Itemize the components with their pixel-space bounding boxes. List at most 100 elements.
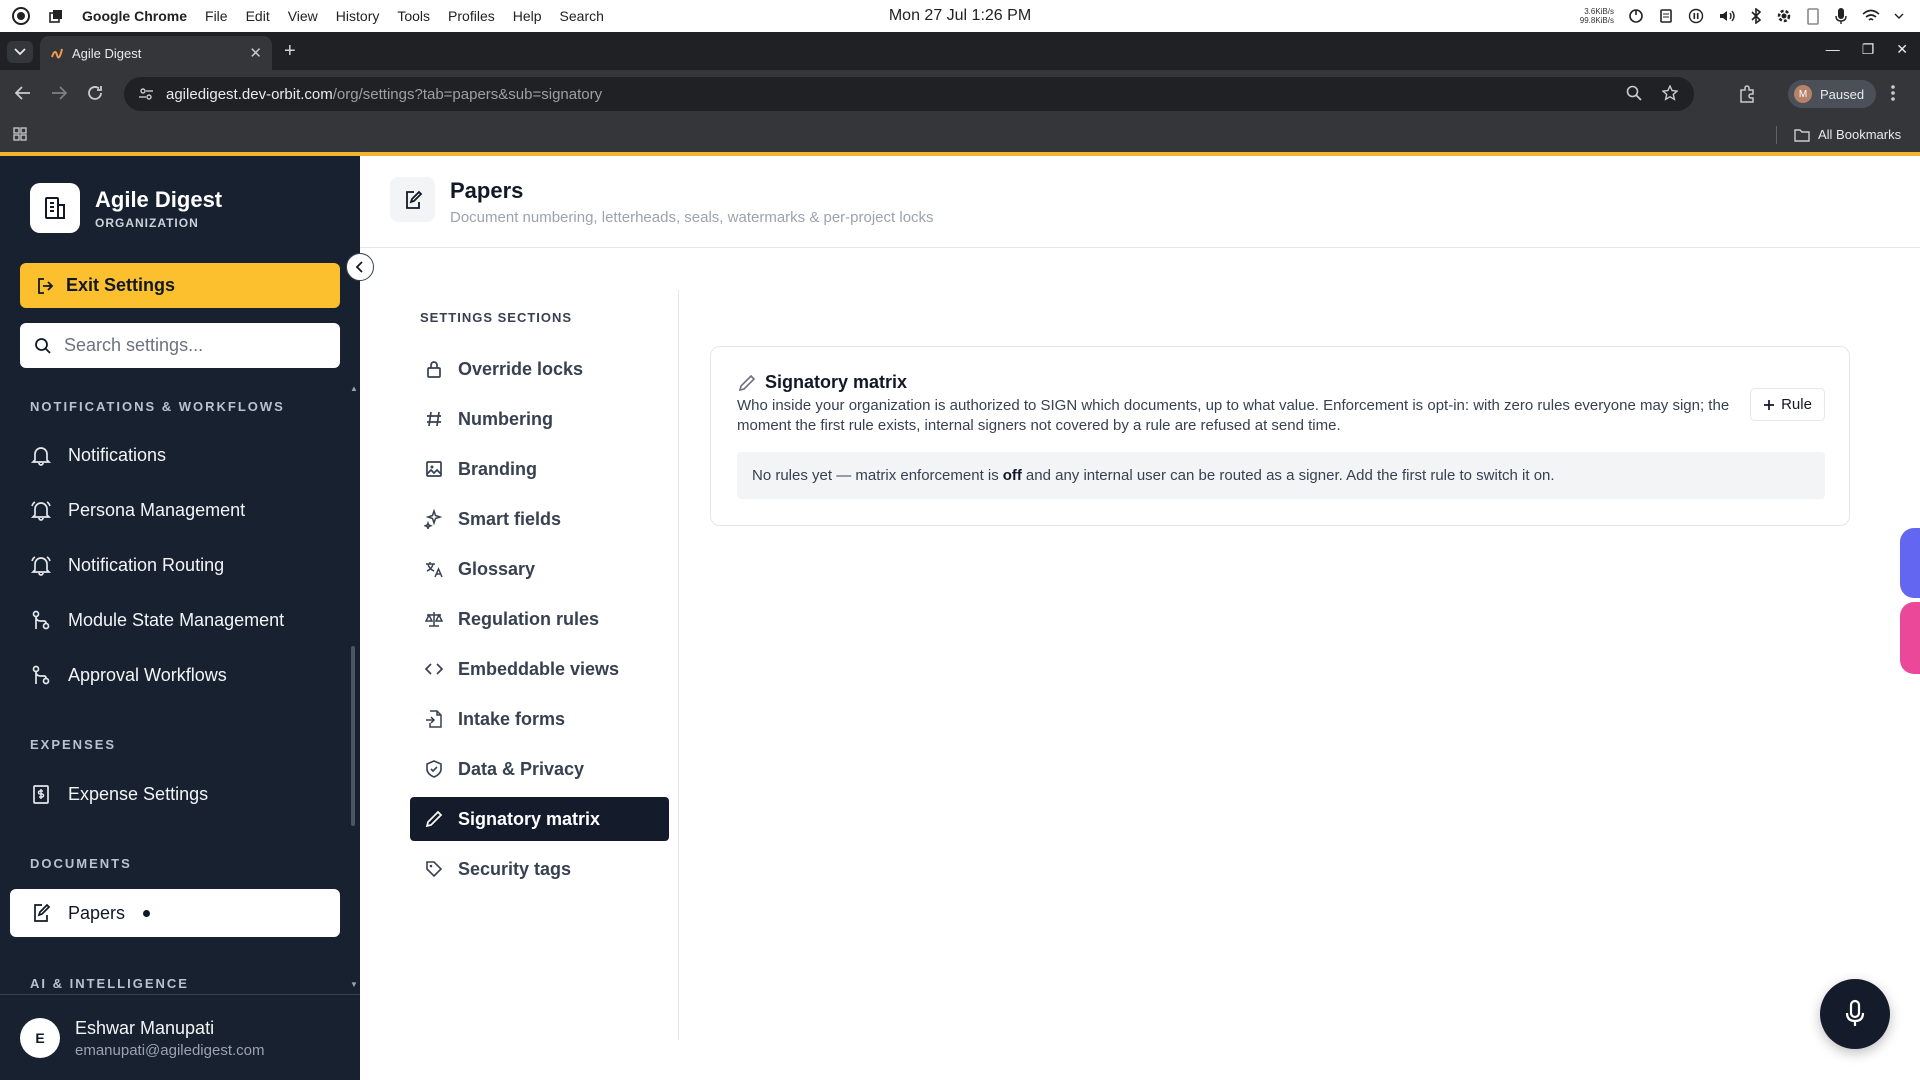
all-bookmarks-button[interactable]: All Bookmarks — [1794, 127, 1901, 142]
extensions-puzzle-icon[interactable] — [1738, 85, 1756, 103]
section-smart-fields[interactable]: Smart fields — [410, 497, 669, 541]
wifi-icon[interactable] — [1862, 9, 1880, 23]
clipboard-icon[interactable] — [1658, 8, 1674, 24]
os-menu-tools[interactable]: Tools — [397, 8, 430, 24]
pen-icon — [737, 373, 757, 393]
section-label: Smart fields — [458, 508, 562, 529]
sparkle-icon — [424, 509, 444, 529]
notice-text-after: and any internal user can be routed as a… — [1025, 467, 1555, 484]
section-security-tags[interactable]: Security tags — [410, 847, 669, 891]
microphone-icon[interactable] — [1834, 7, 1848, 25]
settings-search[interactable] — [20, 323, 340, 368]
battery-icon[interactable] — [1806, 7, 1820, 25]
volume-icon[interactable] — [1718, 8, 1736, 24]
lock-icon — [424, 359, 444, 379]
bookmark-star-icon[interactable] — [1662, 85, 1678, 101]
section-branding[interactable]: Branding — [410, 447, 669, 491]
section-label: Intake forms — [458, 708, 566, 729]
section-numbering[interactable]: Numbering — [410, 397, 669, 441]
minimize-icon[interactable]: — — [1826, 41, 1840, 58]
user-avatar[interactable]: E — [20, 1018, 60, 1058]
section-override-locks[interactable]: Override locks — [410, 347, 669, 391]
section-intake-forms[interactable]: Intake forms — [410, 697, 669, 741]
scroll-down-arrow-icon[interactable]: ▼ — [350, 980, 358, 989]
edit-document-icon — [30, 902, 52, 924]
os-menu-history[interactable]: History — [336, 8, 380, 24]
scroll-up-arrow-icon[interactable]: ▲ — [350, 384, 358, 393]
tray-chevron-icon[interactable] — [1894, 11, 1904, 21]
os-menu-profiles[interactable]: Profiles — [448, 8, 495, 24]
section-label: Security tags — [458, 858, 572, 879]
unsaved-dot-indicator — [143, 909, 151, 917]
exit-icon — [36, 276, 56, 296]
user-name: Eshwar Manupati — [75, 1018, 215, 1038]
bluetooth-icon[interactable] — [1750, 8, 1762, 24]
section-expenses: EXPENSES — [30, 737, 117, 752]
exit-settings-label: Exit Settings — [66, 275, 176, 295]
collapse-sidebar-button[interactable] — [346, 253, 374, 281]
exit-settings-button[interactable]: Exit Settings — [20, 263, 340, 308]
apps-grid-icon[interactable] — [13, 127, 27, 141]
window-close-icon[interactable]: ✕ — [1896, 41, 1908, 58]
sidebar-item-label: Module State Management — [68, 609, 285, 630]
network-speed: 3.6KiB/s 99.8KiB/s — [1580, 7, 1614, 25]
header-divider — [360, 247, 1920, 248]
omnibox-actions — [1626, 85, 1678, 101]
sidebar-item-expense-settings[interactable]: Expense Settings — [10, 770, 340, 818]
add-rule-button[interactable]: Rule — [1750, 388, 1825, 421]
tag-icon — [424, 859, 444, 879]
profile-button[interactable]: M Paused — [1788, 80, 1877, 108]
floating-side-tab-pink[interactable] — [1900, 602, 1920, 674]
tab-search-button[interactable] — [7, 41, 33, 63]
bell-icon — [30, 444, 52, 466]
section-regulation-rules[interactable]: Regulation rules — [410, 597, 669, 641]
scale-icon — [424, 609, 444, 629]
site-info-icon[interactable] — [138, 86, 154, 102]
browser-tab-active[interactable]: Agile Digest ✕ — [40, 36, 272, 70]
section-label: Data & Privacy — [458, 758, 585, 779]
settings-gear-icon[interactable] — [1776, 8, 1792, 24]
search-icon — [34, 337, 52, 355]
sidebar-item-module-state-management[interactable]: Module State Management — [10, 596, 340, 644]
chrome-menu-icon[interactable] — [1890, 84, 1896, 102]
bookmarks-bar: All Bookmarks — [0, 118, 1920, 152]
sidebar-item-notifications[interactable]: Notifications — [10, 431, 340, 479]
section-glossary[interactable]: Glossary — [410, 547, 669, 591]
zoom-icon[interactable] — [1626, 85, 1642, 101]
hash-icon — [424, 409, 444, 429]
voice-input-button[interactable] — [1820, 979, 1890, 1049]
section-label: Embeddable views — [458, 658, 620, 679]
os-app-name[interactable]: Google Chrome — [82, 8, 187, 24]
os-menu-edit[interactable]: Edit — [246, 8, 270, 24]
bell-ring-icon — [30, 554, 52, 576]
sidebar-item-persona-management[interactable]: Persona Management — [10, 486, 340, 534]
os-menu-file[interactable]: File — [205, 8, 228, 24]
section-data-privacy[interactable]: Data & Privacy — [410, 747, 669, 791]
os-menu-help[interactable]: Help — [513, 8, 542, 24]
forward-arrow-icon[interactable] — [50, 84, 68, 102]
section-signatory-matrix[interactable]: Signatory matrix — [410, 797, 669, 841]
address-bar[interactable]: agiledigest.dev-orbit.com/org/settings?t… — [124, 77, 1694, 111]
restore-icon[interactable]: ❐ — [1862, 41, 1875, 58]
new-tab-plus-icon[interactable]: + — [284, 41, 296, 61]
os-logo-icon[interactable] — [12, 7, 30, 25]
sidebar-item-notification-routing[interactable]: Notification Routing — [10, 541, 340, 589]
pause-icon[interactable] — [1688, 8, 1704, 24]
section-embeddable-views[interactable]: Embeddable views — [410, 647, 669, 691]
all-bookmarks-label: All Bookmarks — [1818, 127, 1902, 142]
sidebar-scrollbar[interactable] — [351, 646, 355, 826]
floating-side-tab-blue[interactable] — [1900, 528, 1920, 598]
reload-icon[interactable] — [86, 84, 104, 102]
sidebar-item-papers[interactable]: Papers — [10, 889, 340, 937]
os-menu-search[interactable]: Search — [560, 8, 604, 24]
window-switch-icon[interactable] — [48, 8, 64, 24]
settings-search-input[interactable] — [64, 335, 324, 356]
back-arrow-icon[interactable] — [14, 84, 32, 102]
sidebar-item-label: Notification Routing — [68, 554, 225, 575]
sidebar-item-label: Papers — [68, 902, 126, 923]
os-menu-view[interactable]: View — [288, 8, 318, 24]
power-icon[interactable] — [1628, 8, 1644, 24]
os-menu-group: Google Chrome File Edit View History Too… — [0, 7, 604, 25]
sidebar-item-approval-workflows[interactable]: Approval Workflows — [10, 651, 340, 699]
tab-close-icon[interactable]: ✕ — [249, 44, 262, 62]
